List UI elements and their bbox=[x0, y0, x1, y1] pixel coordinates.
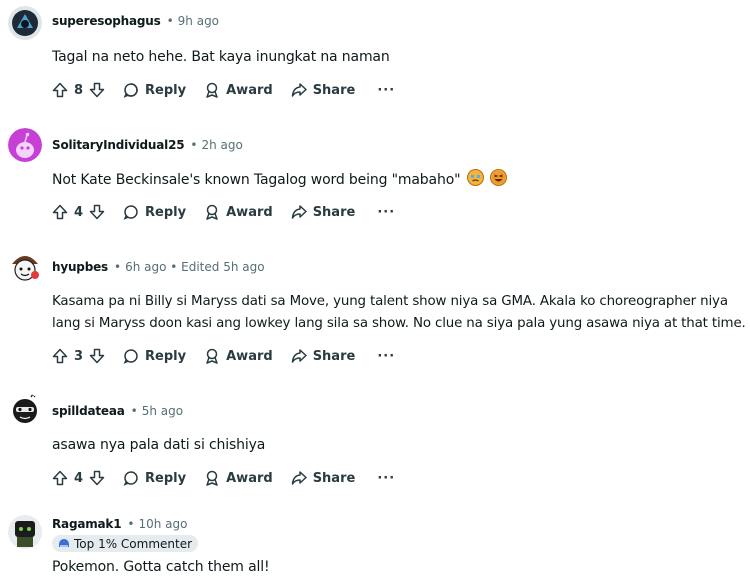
avatar[interactable] bbox=[8, 6, 42, 40]
badge-label: Top 1% Commenter bbox=[74, 536, 193, 551]
comment-meta: hyupbes • 6h ago • Edited 5h ago bbox=[52, 260, 265, 274]
reply-icon bbox=[123, 471, 138, 486]
timestamp[interactable]: 6h ago • Edited 5h ago bbox=[125, 260, 265, 274]
reply-label: Reply bbox=[145, 470, 187, 486]
reply-label: Reply bbox=[145, 204, 187, 220]
award-button[interactable]: Award bbox=[204, 348, 273, 364]
share-label: Share bbox=[312, 470, 356, 486]
upvote-icon[interactable] bbox=[52, 348, 68, 364]
comment-actions: 8 Reply Award Share ··· bbox=[52, 79, 395, 101]
share-button[interactable]: Share bbox=[291, 82, 356, 98]
comment-meta: superesophagus • 9h ago bbox=[52, 14, 219, 28]
avatar[interactable] bbox=[8, 250, 42, 284]
comment-meta: SolitaryIndividual25 • 2h ago bbox=[52, 138, 243, 152]
share-icon bbox=[291, 349, 307, 363]
upvote-icon[interactable] bbox=[52, 204, 68, 220]
comment-actions: 4 Reply Award Share ··· bbox=[52, 201, 395, 223]
comment-text: Not Kate Beckinsale's known Tagalog word… bbox=[52, 172, 461, 188]
share-button[interactable]: Share bbox=[291, 348, 356, 364]
award-icon bbox=[206, 82, 218, 98]
avatar[interactable] bbox=[8, 128, 42, 162]
reply-button[interactable]: Reply bbox=[123, 82, 186, 98]
vote-group: 4 bbox=[52, 204, 105, 220]
reply-label: Reply bbox=[145, 348, 187, 364]
award-label: Award bbox=[226, 82, 273, 98]
reply-button[interactable]: Reply bbox=[123, 348, 186, 364]
share-label: Share bbox=[312, 348, 356, 364]
separator: • bbox=[113, 260, 122, 274]
more-options-button[interactable]: ··· bbox=[377, 471, 395, 486]
downvote-icon[interactable] bbox=[89, 82, 105, 98]
downvote-icon[interactable] bbox=[89, 204, 105, 220]
avatar[interactable] bbox=[8, 515, 42, 549]
comment-text: Tagal na neto hehe. Bat kaya inungkat na… bbox=[52, 49, 390, 65]
award-button[interactable]: Award bbox=[204, 204, 273, 220]
award-label: Award bbox=[226, 470, 273, 486]
grinning-squint-face-emoji bbox=[490, 169, 508, 186]
separator: • bbox=[130, 404, 138, 418]
comment-text-row: Not Kate Beckinsale's known Tagalog word… bbox=[52, 169, 508, 191]
separator: • bbox=[190, 138, 198, 152]
award-icon bbox=[206, 204, 218, 220]
timestamp[interactable]: 9h ago bbox=[178, 14, 219, 28]
share-button[interactable]: Share bbox=[291, 204, 356, 220]
award-label: Award bbox=[226, 348, 273, 364]
award-button[interactable]: Award bbox=[204, 82, 273, 98]
author-name[interactable]: superesophagus bbox=[52, 14, 161, 28]
share-label: Share bbox=[312, 204, 356, 220]
author-name[interactable]: hyupbes bbox=[52, 260, 108, 274]
separator: • bbox=[166, 14, 174, 28]
commenter-badge-icon bbox=[59, 538, 69, 547]
vote-group: 3 bbox=[52, 348, 105, 364]
top-commenter-badge[interactable]: Top 1% Commenter bbox=[52, 535, 199, 552]
vote-count: 8 bbox=[74, 82, 84, 98]
reply-icon bbox=[123, 205, 138, 220]
reply-icon bbox=[123, 349, 138, 364]
reply-button[interactable]: Reply bbox=[123, 470, 186, 486]
comment-text: asawa nya pala dati si chishiya bbox=[52, 437, 266, 453]
comment-text: Kasama pa ni Billy si Maryss dati sa Mov… bbox=[52, 294, 728, 309]
more-options-button[interactable]: ··· bbox=[377, 349, 395, 364]
more-options-button[interactable]: ··· bbox=[377, 205, 395, 220]
upvote-icon[interactable] bbox=[52, 470, 68, 486]
comment-actions: 3 Reply Award Share ··· bbox=[52, 345, 395, 367]
author-name[interactable]: SolitaryIndividual25 bbox=[52, 138, 185, 152]
comment-meta: Ragamak1 • 10h ago bbox=[52, 517, 187, 531]
vote-group: 4 bbox=[52, 470, 105, 486]
share-icon bbox=[291, 83, 307, 97]
comment-text: lang si Maryss doon kasi ang lowkey lang… bbox=[52, 316, 746, 331]
upvote-icon[interactable] bbox=[52, 82, 68, 98]
vote-count: 4 bbox=[74, 204, 84, 220]
timestamp[interactable]: 10h ago bbox=[138, 517, 187, 531]
author-name[interactable]: Ragamak1 bbox=[52, 517, 122, 531]
downvote-icon[interactable] bbox=[89, 470, 105, 486]
comment-actions: 4 Reply Award Share ··· bbox=[52, 467, 395, 489]
award-icon bbox=[206, 470, 218, 486]
share-label: Share bbox=[312, 82, 356, 98]
comment-text: Pokemon. Gotta catch them all! bbox=[52, 559, 270, 575]
share-icon bbox=[291, 205, 307, 219]
vote-count: 4 bbox=[74, 470, 84, 486]
comment-meta: spilldateaa • 5h ago bbox=[52, 404, 183, 418]
timestamp[interactable]: 5h ago bbox=[142, 404, 183, 418]
vote-count: 3 bbox=[74, 348, 84, 364]
award-label: Award bbox=[226, 204, 273, 220]
avatar[interactable] bbox=[8, 393, 42, 427]
crying-face-emoji bbox=[466, 169, 484, 186]
more-options-button[interactable]: ··· bbox=[377, 83, 395, 98]
reply-label: Reply bbox=[145, 82, 187, 98]
reply-button[interactable]: Reply bbox=[123, 204, 186, 220]
award-icon bbox=[206, 348, 218, 364]
vote-group: 8 bbox=[52, 82, 105, 98]
downvote-icon[interactable] bbox=[89, 348, 105, 364]
separator: • bbox=[127, 517, 135, 531]
award-button[interactable]: Award bbox=[204, 470, 273, 486]
share-icon bbox=[291, 471, 307, 485]
share-button[interactable]: Share bbox=[291, 470, 356, 486]
timestamp[interactable]: 2h ago bbox=[201, 138, 242, 152]
reply-icon bbox=[123, 83, 138, 98]
author-name[interactable]: spilldateaa bbox=[52, 404, 125, 418]
